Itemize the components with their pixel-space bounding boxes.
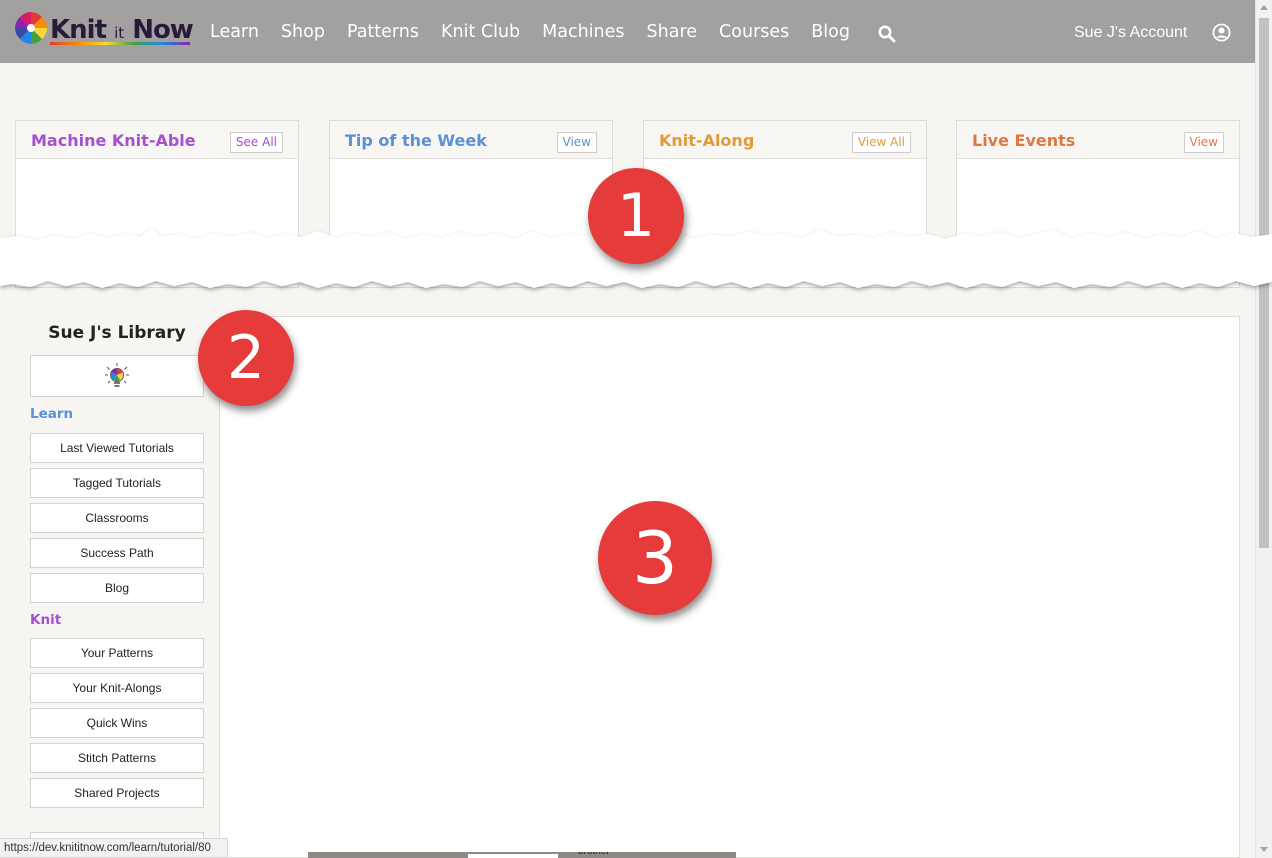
card-title: Knit-Along (659, 131, 755, 150)
user-circle-icon[interactable] (1212, 23, 1231, 42)
logo-wordmark: Knit it Now (50, 15, 194, 45)
lightbulb-icon (105, 363, 129, 387)
page-scrollbar[interactable] (1255, 0, 1272, 858)
account-link[interactable]: Sue J's Account (1074, 24, 1187, 42)
scroll-up-arrow[interactable] (1260, 5, 1268, 10)
top-navigation: Knit it Now Learn Shop Patterns Knit Clu… (0, 0, 1255, 63)
success-path-button[interactable]: Success Path (30, 538, 204, 568)
shared-projects-button[interactable]: Shared Projects (30, 778, 204, 808)
classrooms-button[interactable]: Classrooms (30, 503, 204, 533)
learn-heading: Learn (30, 406, 74, 422)
quick-wins-button[interactable]: Quick Wins (30, 708, 204, 738)
search-icon[interactable] (878, 25, 896, 43)
main-content-panel (220, 316, 1240, 858)
card-title: Live Events (972, 131, 1076, 150)
nav-machines[interactable]: Machines (542, 22, 624, 42)
nav-knit-club[interactable]: Knit Club (441, 22, 520, 42)
last-viewed-tutorials-button[interactable]: Last Viewed Tutorials (30, 433, 204, 463)
card-title: Tip of the Week (345, 131, 487, 150)
view-button[interactable]: View (1183, 132, 1224, 153)
nav-learn[interactable]: Learn (210, 22, 259, 42)
see-all-button[interactable]: See All (229, 132, 283, 153)
nav-blog[interactable]: Blog (811, 22, 850, 42)
peek-brand-text: brother (578, 852, 610, 857)
card-header: Tip of the Week View (330, 121, 612, 159)
logo-rainbow-underline (50, 42, 190, 45)
peek-white-bar (468, 854, 558, 858)
your-patterns-button[interactable]: Your Patterns (30, 638, 204, 668)
stitch-patterns-button[interactable]: Stitch Patterns (30, 743, 204, 773)
scroll-down-arrow[interactable] (1260, 847, 1268, 852)
nav-shop[interactable]: Shop (281, 22, 325, 42)
your-knit-alongs-button[interactable]: Your Knit-Alongs (30, 673, 204, 703)
nav-courses[interactable]: Courses (719, 22, 789, 42)
tagged-tutorials-button[interactable]: Tagged Tutorials (30, 468, 204, 498)
blog-button[interactable]: Blog (30, 573, 204, 603)
bottom-content-peek: brother (308, 852, 736, 858)
browser-status-url: https://dev.knititnow.com/learn/tutorial… (0, 838, 228, 858)
card-header: Live Events View (957, 121, 1239, 159)
yarn-pinwheel-icon (15, 12, 47, 44)
main-menu: Learn Shop Patterns Knit Club Machines S… (210, 22, 872, 42)
knit-it-now-logo[interactable]: Knit it Now (14, 11, 194, 47)
nav-share[interactable]: Share (647, 22, 698, 42)
view-all-button[interactable]: View All (851, 132, 911, 153)
card-header: Knit-Along View All (644, 121, 926, 159)
library-ideas-button[interactable] (30, 355, 204, 397)
callout-badge-1: 1 (588, 168, 684, 264)
callout-badge-2: 2 (198, 310, 294, 406)
nav-patterns[interactable]: Patterns (347, 22, 419, 42)
view-button[interactable]: View (556, 132, 597, 153)
card-header: Machine Knit-Able See All (16, 121, 298, 159)
knit-heading: Knit (30, 612, 62, 628)
library-title: Sue J's Library (48, 323, 186, 343)
card-title: Machine Knit-Able (31, 131, 196, 150)
callout-badge-3: 3 (598, 501, 712, 615)
